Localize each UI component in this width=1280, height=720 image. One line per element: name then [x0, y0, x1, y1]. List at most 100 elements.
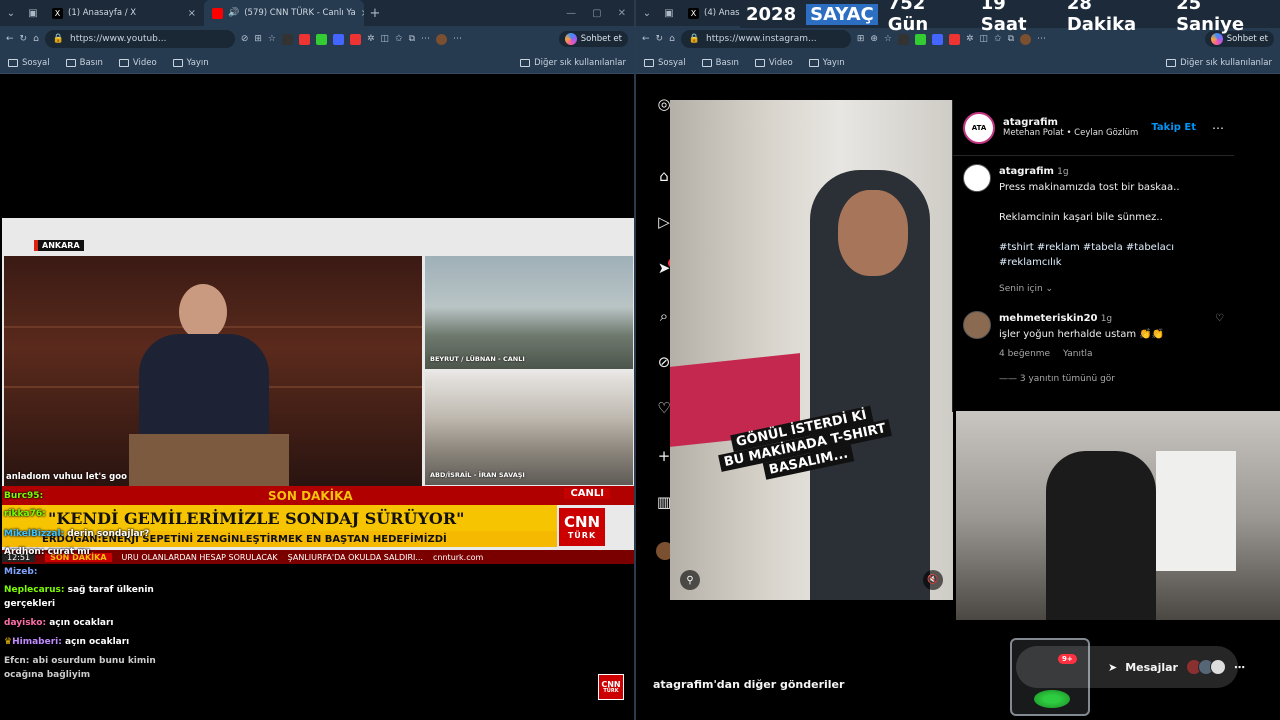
bookmark-folder-sosyal[interactable]: Sosyal: [8, 58, 50, 68]
tab-actions-chevron-icon[interactable]: ⌄: [636, 2, 658, 24]
more-icon[interactable]: ⋯: [1234, 661, 1245, 674]
bookmark-folder-sosyal[interactable]: Sosyal: [644, 58, 686, 68]
commenter-username[interactable]: mehmeteriskin20: [999, 313, 1098, 324]
reel-video[interactable]: GÖNÜL İSTERDİ Kİ BU MAKİNADA T-SHIRT BAS…: [670, 100, 953, 600]
other-favorites[interactable]: Diğer sık kullanılanlar: [1166, 58, 1272, 68]
chat-text: ocağına bağliyim: [4, 670, 91, 680]
tab-cnn-turk[interactable]: 🔊 (579) CNN TÜRK - Canlı Ya ×: [204, 0, 364, 26]
caption-username[interactable]: atagrafim: [999, 166, 1054, 177]
split-screen-icon[interactable]: ◫: [381, 34, 390, 44]
mute-icon[interactable]: 🔇: [923, 570, 943, 590]
speaker-icon[interactable]: 🔊: [228, 8, 239, 18]
bookmark-folder-yayin[interactable]: Yayın: [172, 58, 209, 68]
chat-text: sağ taraf ülkenin: [67, 585, 154, 595]
favorite-star-icon[interactable]: ☆: [884, 34, 892, 44]
profile-avatar[interactable]: [1020, 33, 1032, 45]
ticker-item: ŞANLIURFA'DA OKULDA SALDIRI...: [287, 552, 424, 562]
tab-x-home[interactable]: X (1) Anasayfa / X ×: [44, 0, 204, 26]
extension-icon[interactable]: [948, 33, 960, 45]
coauthors[interactable]: Metehan Polat • Ceylan Gözlüm: [1003, 128, 1138, 138]
translate-icon[interactable]: ⊘: [241, 34, 249, 44]
folder-icon: [644, 58, 654, 67]
favorites-icon[interactable]: ✩: [395, 34, 403, 44]
extension-icon[interactable]: [281, 33, 293, 45]
favorites-icon[interactable]: ✩: [994, 34, 1002, 44]
bookmark-folder-basin[interactable]: Basın: [65, 58, 103, 68]
hashtags[interactable]: #tshirt #reklam #tabela #tabelacı #rekla…: [999, 240, 1224, 270]
url-field[interactable]: 🔒 https://www.instagram...: [680, 30, 851, 48]
close-tab-icon[interactable]: ×: [188, 8, 196, 19]
parliament-feed: [4, 256, 422, 486]
extensions-puzzle-icon[interactable]: ✲: [367, 34, 375, 44]
more-menu-icon[interactable]: ⋯: [453, 34, 462, 44]
counter-days: 752 Gün: [887, 0, 929, 35]
extension-icon[interactable]: [349, 33, 361, 45]
minimize-icon[interactable]: —: [566, 8, 576, 19]
translation-toggle[interactable]: Senin için ⌄: [999, 282, 1224, 297]
author-username[interactable]: atagrafim: [1003, 117, 1138, 128]
like-comment-heart-icon[interactable]: ♡: [1215, 311, 1224, 387]
more-posts-label[interactable]: atagrafim'dan diğer gönderiler: [653, 678, 844, 691]
commenter-avatar[interactable]: [963, 311, 991, 339]
bookmark-folder-video[interactable]: Video: [118, 58, 157, 68]
workspaces-icon[interactable]: ▣: [22, 2, 44, 24]
more-icon[interactable]: ⋯: [421, 34, 430, 44]
zoom-icon[interactable]: ⊕: [870, 34, 878, 44]
extension-icon[interactable]: [897, 33, 909, 45]
bookmark-label: Sosyal: [22, 57, 50, 68]
view-replies[interactable]: —— 3 yanıtın tümünü gör: [999, 372, 1164, 387]
home-icon[interactable]: ⌂: [669, 34, 675, 44]
bookmark-label: Basın: [715, 57, 739, 68]
new-tab-button[interactable]: +: [364, 2, 386, 24]
tab-actions-chevron-icon[interactable]: ⌄: [0, 2, 22, 24]
reader-icon[interactable]: ⊞: [254, 34, 262, 44]
more-options-icon[interactable]: ⋯: [1212, 121, 1224, 135]
copilot-icon: [564, 33, 577, 45]
bookmark-folder-video[interactable]: Video: [754, 58, 793, 68]
reply-button[interactable]: Yanıtla: [1063, 349, 1093, 359]
chat-message: ♛Himaberi: açın ocakları: [4, 636, 129, 648]
collections-icon[interactable]: ⧉: [409, 34, 415, 44]
collections-icon[interactable]: ⧉: [1008, 34, 1014, 44]
chat-user: Burc95:: [4, 491, 44, 501]
bookmark-folder-yayin[interactable]: Yayın: [808, 58, 845, 68]
maximize-icon[interactable]: ▢: [592, 8, 601, 19]
extension-icon[interactable]: [931, 33, 943, 45]
refresh-icon[interactable]: ↻: [20, 34, 28, 44]
favorite-star-icon[interactable]: ☆: [268, 34, 276, 44]
messages-badge: 9+: [1058, 654, 1077, 664]
extensions-puzzle-icon[interactable]: ✲: [966, 34, 974, 44]
video-letterbox: [0, 74, 634, 218]
close-window-icon[interactable]: ✕: [618, 8, 626, 19]
reader-icon[interactable]: ⊞: [857, 34, 865, 44]
more-menu-icon[interactable]: ⋯: [1037, 34, 1046, 44]
comment-likes[interactable]: 4 beğenme: [999, 349, 1050, 359]
home-icon[interactable]: ⌂: [33, 34, 39, 44]
donation-jar: 9+: [1010, 638, 1090, 716]
workspaces-icon[interactable]: ▣: [658, 2, 680, 24]
url-field[interactable]: 🔒 https://www.youtub...: [44, 30, 235, 48]
post-header: ATA atagrafim Metehan Polat • Ceylan Göz…: [953, 100, 1234, 156]
back-icon[interactable]: ←: [642, 34, 650, 44]
follow-button[interactable]: Takip Et: [1151, 122, 1196, 133]
extension-icon[interactable]: [315, 33, 327, 45]
split-screen-icon[interactable]: ◫: [980, 34, 989, 44]
location-badge: ANKARA: [34, 240, 84, 251]
extension-icon[interactable]: [298, 33, 310, 45]
chat-text: derin sondajlar?: [67, 529, 150, 539]
other-favorites[interactable]: Diğer sık kullanılanlar: [520, 58, 626, 68]
bookmark-folder-basin[interactable]: Basın: [701, 57, 739, 68]
news-broadcast[interactable]: ANKARA BEYRUT / LÜBNAN - CANLI ABD/İSRAİ…: [2, 218, 634, 550]
refresh-icon[interactable]: ↻: [656, 34, 664, 44]
chat-user: Ardhon:: [4, 547, 45, 557]
copilot-button[interactable]: Sohbet et: [558, 31, 628, 47]
extension-icon[interactable]: [914, 33, 926, 45]
podium: [129, 434, 289, 486]
author-avatar[interactable]: ATA: [963, 111, 995, 144]
tagged-user-icon[interactable]: ⚲: [680, 570, 700, 590]
profile-avatar[interactable]: [436, 33, 448, 45]
news-ticker: 12:51 SON DAKİKA URU OLANLARDAN HESAP SO…: [2, 550, 634, 564]
back-icon[interactable]: ←: [6, 34, 14, 44]
author-avatar[interactable]: [963, 164, 991, 192]
extension-icon[interactable]: [332, 33, 344, 45]
